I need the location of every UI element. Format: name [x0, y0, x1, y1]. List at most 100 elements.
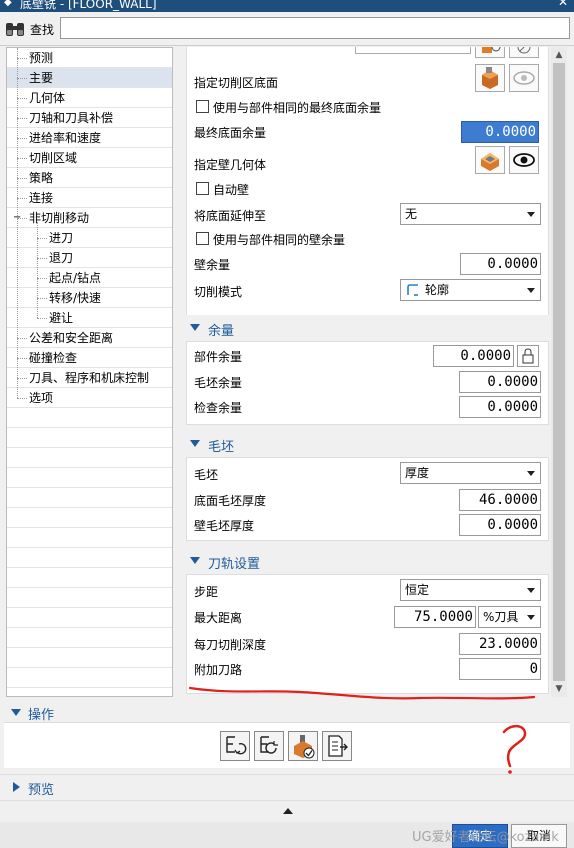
toolpath-section-title: 刀轨设置: [208, 557, 261, 572]
nav-item-label: 公差和安全距离: [29, 331, 114, 345]
additional-passes-label: 附加刀路: [194, 663, 243, 677]
nav-item-label: 起点/钻点: [49, 271, 102, 285]
nav-item-label: 预测: [29, 51, 54, 65]
nav-item[interactable]: 进刀: [7, 228, 172, 248]
verify-icon[interactable]: [288, 731, 318, 761]
collapse-up-icon[interactable]: [283, 808, 293, 814]
nav-item[interactable]: 连接: [7, 188, 172, 208]
nav-item[interactable]: 选项: [7, 388, 172, 408]
blank-dropdown[interactable]: 厚度: [400, 462, 541, 484]
nav-item[interactable]: 退刀: [7, 248, 172, 268]
check-stock-label: 检查余量: [194, 401, 243, 415]
chevron-down-icon: [527, 588, 535, 593]
blank-label: 毛坯: [194, 468, 219, 482]
binoculars-icon: [6, 23, 24, 36]
depth-per-cut-input[interactable]: 23.0000: [459, 633, 541, 655]
nav-empty-row: [7, 508, 172, 528]
max-distance-input[interactable]: 75.0000: [394, 606, 476, 628]
chevron-down-icon: [527, 615, 535, 620]
specify-part-icon[interactable]: [475, 47, 505, 58]
tree-connector: [17, 118, 27, 119]
max-distance-label: 最大距离: [194, 611, 243, 625]
nav-item[interactable]: 碰撞检查: [7, 348, 172, 368]
tree-connector: [37, 238, 47, 239]
nav-item[interactable]: 起点/钻点: [7, 268, 172, 288]
nav-item[interactable]: 转移/快速: [7, 288, 172, 308]
additional-passes-input[interactable]: 0: [459, 658, 541, 680]
specify-wall-icon[interactable]: [475, 146, 505, 174]
generate-icon[interactable]: [220, 731, 250, 761]
list-output-icon[interactable]: [322, 731, 352, 761]
display-floor-eye-icon[interactable]: [509, 64, 539, 92]
search-input[interactable]: [60, 17, 570, 39]
extend-floor-value: 无: [405, 207, 418, 221]
nav-item[interactable]: 预测: [7, 48, 172, 68]
blank-stock-label: 毛坯余量: [194, 376, 243, 390]
profile-pattern-icon: [407, 284, 418, 296]
final-floor-stock-input[interactable]: 0.0000: [461, 121, 539, 143]
preview-header[interactable]: 预览: [0, 774, 574, 798]
use-same-floor-stock-checkbox[interactable]: [196, 100, 209, 113]
nav-item[interactable]: 刀具、程序和机床控制: [7, 368, 172, 388]
edit-icon[interactable]: [509, 47, 539, 58]
nav-item-label: 进给率和速度: [29, 131, 102, 145]
specify-wall-label: 指定壁几何体: [194, 158, 267, 172]
tree-connector: [17, 398, 27, 399]
replay-icon[interactable]: [254, 731, 284, 761]
search-label: 查找: [30, 23, 55, 37]
nav-empty-row: [7, 628, 172, 648]
final-floor-stock-label: 最终底面余量: [194, 126, 267, 140]
nav-item[interactable]: 公差和安全距离: [7, 328, 172, 348]
nav-empty-row: [7, 688, 172, 696]
nav-item-label: 碰撞检查: [29, 351, 78, 365]
floor-blank-thickness-input[interactable]: 46.0000: [459, 489, 541, 511]
blank-section-header[interactable]: 毛坯: [186, 431, 549, 457]
nav-item-label: 连接: [29, 191, 54, 205]
blank-stock-input[interactable]: 0.0000: [459, 371, 541, 393]
wall-blank-thickness-input[interactable]: 0.0000: [459, 514, 541, 536]
stock-section-header[interactable]: 余量: [186, 315, 549, 341]
nav-empty-row: [7, 408, 172, 428]
wall-stock-input[interactable]: 0.0000: [460, 253, 541, 275]
use-same-floor-stock-label: 使用与部件相同的最终底面余量: [213, 101, 382, 115]
cut-off-field: [355, 47, 471, 54]
parameter-panel: 指定切削区底面 使用与部件相同的最终底面余量 最终底面余量 0.0000 指定壁…: [186, 47, 550, 697]
auto-wall-checkbox[interactable]: [196, 182, 209, 195]
tree-connector: [17, 158, 27, 159]
toolpath-section-header[interactable]: 刀轨设置: [186, 548, 549, 574]
wall-blank-thickness-label: 壁毛坯厚度: [194, 519, 255, 533]
cut-pattern-dropdown[interactable]: 轮廓: [400, 279, 541, 301]
nav-item[interactable]: 避让: [7, 308, 172, 328]
lock-icon[interactable]: [517, 345, 539, 367]
nav-empty-row: [7, 488, 172, 508]
specify-floor-icon[interactable]: [475, 64, 505, 92]
nav-item[interactable]: 策略: [7, 168, 172, 188]
use-same-wall-stock-checkbox[interactable]: [196, 232, 209, 245]
tree-connector: [17, 178, 27, 179]
nav-item[interactable]: 切削区域: [7, 148, 172, 168]
nav-item[interactable]: 几何体: [7, 88, 172, 108]
scrollbar-thumb[interactable]: [553, 63, 565, 681]
nav-item[interactable]: 主要: [7, 68, 172, 88]
stepover-dropdown[interactable]: 恒定: [400, 579, 541, 601]
close-icon[interactable]: ✕: [558, 0, 568, 9]
nav-item-label: 切削区域: [29, 151, 78, 165]
check-stock-input[interactable]: 0.0000: [459, 396, 541, 418]
tree-connector: [17, 78, 27, 79]
extend-floor-dropdown[interactable]: 无: [400, 203, 541, 225]
nav-item[interactable]: − 非切削移动: [7, 208, 172, 228]
nav-item-label: 非切削移动: [29, 211, 90, 225]
search-bar: 查找: [0, 12, 574, 46]
panel-scrollbar[interactable]: ▲ ▼: [551, 47, 567, 697]
scroll-up-icon[interactable]: ▲: [551, 47, 567, 63]
nav-item[interactable]: 刀轴和刀具补偿: [7, 108, 172, 128]
nav-item-label: 进刀: [49, 231, 74, 245]
max-distance-unit-dropdown[interactable]: %刀具: [478, 606, 541, 628]
scroll-down-icon[interactable]: ▼: [551, 681, 567, 697]
part-stock-input[interactable]: 0.0000: [433, 345, 514, 367]
nav-item[interactable]: 进给率和速度: [7, 128, 172, 148]
collapse-bar[interactable]: [0, 800, 574, 820]
nav-item-label: 主要: [29, 71, 54, 85]
operations-header[interactable]: 操作: [0, 700, 574, 724]
display-wall-eye-icon[interactable]: [509, 146, 539, 174]
